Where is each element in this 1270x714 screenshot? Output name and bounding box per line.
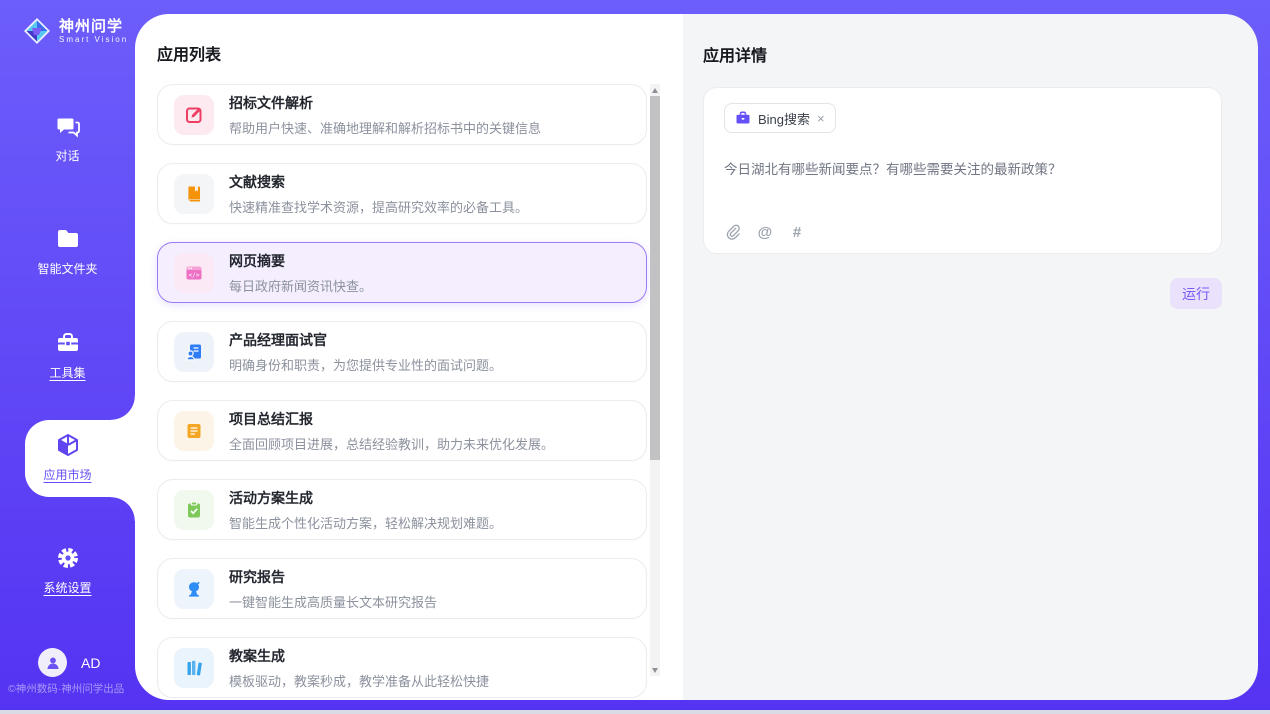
scrollbar-down-arrow[interactable] bbox=[650, 664, 660, 676]
sidebar-item-label: 智能文件夹 bbox=[0, 260, 135, 277]
gear-icon bbox=[55, 545, 81, 571]
sidebar-item-label: 系统设置 bbox=[0, 579, 135, 596]
scrollbar-up-arrow[interactable] bbox=[650, 84, 660, 96]
browser-code-icon: </> bbox=[174, 253, 214, 293]
app-list-title: 应用列表 bbox=[157, 41, 221, 65]
app-card-pm-interviewer[interactable]: 产品经理面试官 明确身份和职责，为您提供专业性的面试问题。 bbox=[157, 321, 647, 382]
mention-at-icon[interactable]: @ bbox=[756, 223, 774, 241]
run-button[interactable]: 运行 bbox=[1170, 278, 1222, 309]
logo-title: 神州问学 bbox=[59, 18, 128, 35]
app-logo: 神州问学 Smart Vision bbox=[22, 16, 128, 46]
app-desc: 帮助用户快速、准确地理解和解析招标书中的关键信息 bbox=[229, 118, 541, 137]
prompt-toolbar: @ # bbox=[724, 223, 1201, 241]
app-title: 文献搜索 bbox=[229, 172, 528, 192]
copyright-footer: ©神州数码·神州问学出品 bbox=[8, 681, 124, 696]
app-title: 研究报告 bbox=[229, 567, 437, 587]
app-card-web-summary[interactable]: </> 网页摘要 每日政府新闻资讯快查。 bbox=[157, 242, 647, 303]
app-title: 活动方案生成 bbox=[229, 488, 502, 508]
sidebar-item-chat[interactable]: 对话 bbox=[0, 113, 135, 164]
app-card-bid-analysis[interactable]: 招标文件解析 帮助用户快速、准确地理解和解析招标书中的关键信息 bbox=[157, 84, 647, 145]
scrollbar-thumb[interactable] bbox=[650, 96, 660, 460]
sidebar-item-label: 工具集 bbox=[0, 364, 135, 381]
cube-icon bbox=[55, 432, 81, 458]
sidebar-item-label: 应用市场 bbox=[0, 466, 135, 483]
chat-bubbles-icon bbox=[55, 113, 81, 139]
app-list: 招标文件解析 帮助用户快速、准确地理解和解析招标书中的关键信息 文献搜索 快速精… bbox=[157, 84, 647, 698]
attachment-paperclip-icon[interactable] bbox=[724, 223, 742, 241]
note-icon bbox=[174, 411, 214, 451]
app-card-project-summary[interactable]: 项目总结汇报 全面回顾项目进展，总结经验教训，助力未来优化发展。 bbox=[157, 400, 647, 461]
user-account[interactable]: AD bbox=[38, 648, 100, 677]
tool-tag-bing-search[interactable]: Bing搜索 × bbox=[724, 103, 836, 133]
app-window: 神州问学 Smart Vision 对话 智能文件夹 bbox=[0, 0, 1270, 714]
person-document-icon bbox=[174, 332, 214, 372]
app-title: 网页摘要 bbox=[229, 251, 372, 271]
app-desc: 智能生成个性化活动方案，轻松解决规划难题。 bbox=[229, 513, 502, 532]
app-desc: 一键智能生成高质量长文本研究报告 bbox=[229, 592, 437, 611]
app-desc: 模板驱动，教案秒成，教学准备从此轻松快捷 bbox=[229, 671, 489, 690]
app-card-literature-search[interactable]: 文献搜索 快速精准查找学术资源，提高研究效率的必备工具。 bbox=[157, 163, 647, 224]
app-list-scrollbar[interactable] bbox=[650, 84, 660, 676]
app-title: 招标文件解析 bbox=[229, 93, 541, 113]
sidebar-item-app-market[interactable]: 应用市场 bbox=[0, 432, 135, 483]
app-desc: 每日政府新闻资讯快查。 bbox=[229, 276, 372, 295]
app-title: 项目总结汇报 bbox=[229, 409, 554, 429]
main-content: 应用列表 招标文件解析 帮助用户快速、准确地理解和解析招标书中的关键信息 bbox=[135, 14, 1258, 700]
toolbox-icon bbox=[55, 330, 81, 356]
book-icon bbox=[174, 174, 214, 214]
briefcase-icon bbox=[735, 110, 751, 126]
app-card-research-report[interactable]: 研究报告 一键智能生成高质量长文本研究报告 bbox=[157, 558, 647, 619]
sidebar-item-toolset[interactable]: 工具集 bbox=[0, 330, 135, 381]
person-icon bbox=[45, 655, 61, 671]
user-name: AD bbox=[81, 655, 100, 671]
tag-close-icon[interactable]: × bbox=[817, 112, 825, 125]
folder-icon bbox=[55, 226, 81, 252]
sidebar-item-label: 对话 bbox=[0, 147, 135, 164]
app-card-event-plan[interactable]: 活动方案生成 智能生成个性化活动方案，轻松解决规划难题。 bbox=[157, 479, 647, 540]
app-detail-panel: 应用详情 Bing搜索 × 今日湖北有哪些新闻要点？有哪些需要关注的最新政策？ bbox=[683, 14, 1258, 700]
svg-text:</>: </> bbox=[188, 271, 199, 278]
sidebar-item-settings[interactable]: 系统设置 bbox=[0, 545, 135, 596]
edit-pencil-square-icon bbox=[174, 95, 214, 135]
prompt-text[interactable]: 今日湖北有哪些新闻要点？有哪些需要关注的最新政策？ bbox=[724, 158, 1201, 178]
ink-bottle-icon bbox=[174, 569, 214, 609]
clipboard-check-icon bbox=[174, 490, 214, 530]
hashtag-icon[interactable]: # bbox=[788, 223, 806, 241]
logo-subtitle: Smart Vision bbox=[59, 35, 128, 44]
prompt-card: Bing搜索 × 今日湖北有哪些新闻要点？有哪些需要关注的最新政策？ @ # bbox=[703, 87, 1222, 254]
pill-curve-bottom bbox=[111, 497, 135, 521]
app-list-panel: 应用列表 招标文件解析 帮助用户快速、准确地理解和解析招标书中的关键信息 bbox=[135, 14, 683, 700]
app-title: 教案生成 bbox=[229, 646, 489, 666]
app-desc: 明确身份和职责，为您提供专业性的面试问题。 bbox=[229, 355, 502, 374]
pill-curve-top bbox=[111, 396, 135, 420]
sidebar-item-smart-folder[interactable]: 智能文件夹 bbox=[0, 226, 135, 277]
books-icon bbox=[174, 648, 214, 688]
app-detail-title: 应用详情 bbox=[703, 42, 1222, 66]
sidebar: 神州问学 Smart Vision 对话 智能文件夹 bbox=[0, 0, 135, 710]
gem-diamond-icon bbox=[22, 16, 52, 46]
app-card-lesson-plan[interactable]: 教案生成 模板驱动，教案秒成，教学准备从此轻松快捷 bbox=[157, 637, 647, 698]
avatar bbox=[38, 648, 67, 677]
app-desc: 快速精准查找学术资源，提高研究效率的必备工具。 bbox=[229, 197, 528, 216]
screen-bottom-edge bbox=[0, 710, 1270, 714]
app-title: 产品经理面试官 bbox=[229, 330, 502, 350]
tag-label: Bing搜索 bbox=[758, 109, 810, 128]
app-desc: 全面回顾项目进展，总结经验教训，助力未来优化发展。 bbox=[229, 434, 554, 453]
